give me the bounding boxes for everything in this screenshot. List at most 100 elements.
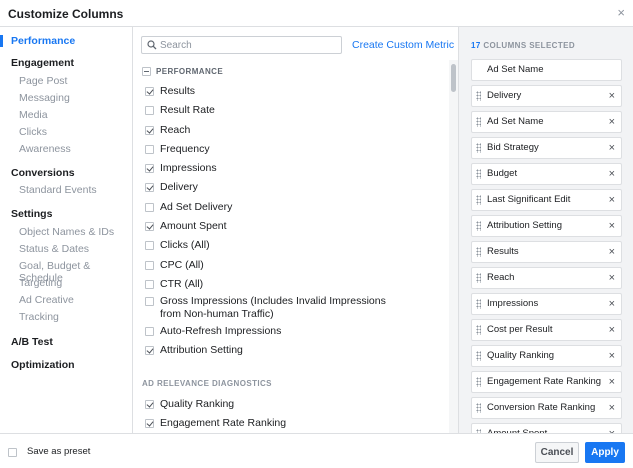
metric-checkbox[interactable] <box>145 145 154 154</box>
sidebar-item-media[interactable]: Media <box>0 109 132 121</box>
remove-column-icon[interactable]: × <box>609 268 615 288</box>
cancel-button[interactable]: Cancel <box>535 442 579 463</box>
sidebar-item-conversions[interactable]: Conversions <box>0 167 132 179</box>
selected-column[interactable]: Bid Strategy × <box>471 137 622 159</box>
selected-column[interactable]: Amount Spent × <box>471 423 622 433</box>
drag-handle-icon[interactable] <box>476 247 481 257</box>
scrollbar[interactable] <box>449 60 458 433</box>
sidebar-item-performance[interactable]: Performance <box>0 35 132 47</box>
metric-checkbox[interactable] <box>145 126 154 135</box>
drag-handle-icon[interactable] <box>476 377 481 387</box>
metric-checkbox[interactable] <box>145 261 154 270</box>
selected-column[interactable]: Quality Ranking × <box>471 345 622 367</box>
drag-handle-icon[interactable] <box>476 117 481 127</box>
metric-option[interactable]: Amount Spent <box>145 220 227 233</box>
metric-option[interactable]: Auto-Refresh Impressions <box>145 325 281 338</box>
diagnostic-checkbox[interactable] <box>145 419 154 428</box>
selected-column[interactable]: Conversion Rate Ranking × <box>471 397 622 419</box>
metric-checkbox[interactable] <box>145 87 154 96</box>
remove-column-icon[interactable]: × <box>609 242 615 262</box>
metric-checkbox[interactable] <box>145 241 154 250</box>
metric-checkbox[interactable] <box>145 297 154 306</box>
search-input[interactable] <box>160 38 335 52</box>
selected-column[interactable]: Engagement Rate Ranking × <box>471 371 622 393</box>
remove-column-icon[interactable]: × <box>609 190 615 210</box>
drag-handle-icon[interactable] <box>476 273 481 283</box>
create-custom-metric-link[interactable]: Create Custom Metric <box>352 39 454 51</box>
drag-handle-icon[interactable] <box>476 91 481 101</box>
remove-column-icon[interactable]: × <box>609 372 615 392</box>
remove-column-icon[interactable]: × <box>609 164 615 184</box>
metric-checkbox[interactable] <box>145 327 154 336</box>
metric-checkbox[interactable] <box>145 346 154 355</box>
remove-column-icon[interactable]: × <box>609 216 615 236</box>
remove-column-icon[interactable]: × <box>609 112 615 132</box>
sidebar-item-clicks[interactable]: Clicks <box>0 126 132 138</box>
sidebar-item-tracking[interactable]: Tracking <box>0 311 132 323</box>
diagnostic-checkbox[interactable] <box>145 400 154 409</box>
close-icon[interactable]: × <box>617 5 625 20</box>
metric-option[interactable]: Ad Set Delivery <box>145 201 232 214</box>
sidebar-item-a-b-test[interactable]: A/B Test <box>0 336 132 348</box>
drag-handle-icon[interactable] <box>476 169 481 179</box>
drag-handle-icon[interactable] <box>476 403 481 413</box>
metric-option[interactable]: CPC (All) <box>145 259 204 272</box>
selected-column[interactable]: Cost per Result × <box>471 319 622 341</box>
remove-column-icon[interactable]: × <box>609 424 615 433</box>
selected-column[interactable]: Ad Set Name × <box>471 111 622 133</box>
performance-section-heading[interactable]: PERFORMANCE <box>142 65 223 77</box>
drag-handle-icon[interactable] <box>476 195 481 205</box>
metric-checkbox[interactable] <box>145 164 154 173</box>
remove-column-icon[interactable]: × <box>609 86 615 106</box>
collapse-icon[interactable] <box>142 66 151 76</box>
selected-column[interactable]: Reach × <box>471 267 622 289</box>
metric-option[interactable]: Frequency <box>145 143 210 156</box>
drag-handle-icon[interactable] <box>476 299 481 309</box>
sidebar-item-page-post[interactable]: Page Post <box>0 75 132 87</box>
save-preset-checkbox[interactable] <box>8 448 17 457</box>
sidebar-item-object-names-ids[interactable]: Object Names & IDs <box>0 226 132 238</box>
remove-column-icon[interactable]: × <box>609 398 615 418</box>
metric-option[interactable]: Reach <box>145 124 190 137</box>
selected-column[interactable]: Impressions × <box>471 293 622 315</box>
metric-option[interactable]: Impressions <box>145 162 217 175</box>
drag-handle-icon[interactable] <box>476 325 481 335</box>
metric-option[interactable]: Delivery <box>145 181 198 194</box>
metric-option[interactable]: Result Rate <box>145 104 215 117</box>
selected-column[interactable]: Attribution Setting × <box>471 215 622 237</box>
selected-column[interactable]: Ad Set Name <box>471 59 622 81</box>
sidebar-item-ad-creative[interactable]: Ad Creative <box>0 294 132 306</box>
diagnostic-option[interactable]: Quality Ranking <box>145 398 234 411</box>
metric-option[interactable]: Gross Impressions (Includes Invalid Impr… <box>145 295 386 321</box>
metric-checkbox[interactable] <box>145 106 154 115</box>
sidebar-item-targeting[interactable]: Targeting <box>0 277 132 289</box>
drag-handle-icon[interactable] <box>476 143 481 153</box>
metric-checkbox[interactable] <box>145 280 154 289</box>
sidebar-item-awareness[interactable]: Awareness <box>0 143 132 155</box>
drag-handle-icon[interactable] <box>476 351 481 361</box>
metric-option[interactable]: Attribution Setting <box>145 344 243 357</box>
drag-handle-icon[interactable] <box>476 221 481 231</box>
sidebar-item-status-dates[interactable]: Status & Dates <box>0 243 132 255</box>
selected-column[interactable]: Budget × <box>471 163 622 185</box>
search-field[interactable] <box>141 36 342 54</box>
remove-column-icon[interactable]: × <box>609 294 615 314</box>
sidebar-item-messaging[interactable]: Messaging <box>0 92 132 104</box>
selected-column[interactable]: Delivery × <box>471 85 622 107</box>
diagnostic-option[interactable]: Engagement Rate Ranking <box>145 417 286 430</box>
sidebar-item-standard-events[interactable]: Standard Events <box>0 184 132 196</box>
sidebar-item-settings[interactable]: Settings <box>0 208 132 220</box>
metric-option[interactable]: CTR (All) <box>145 278 203 291</box>
metric-checkbox[interactable] <box>145 203 154 212</box>
metric-checkbox[interactable] <box>145 222 154 231</box>
remove-column-icon[interactable]: × <box>609 138 615 158</box>
selected-column[interactable]: Last Significant Edit × <box>471 189 622 211</box>
remove-column-icon[interactable]: × <box>609 320 615 340</box>
remove-column-icon[interactable]: × <box>609 346 615 366</box>
metric-checkbox[interactable] <box>145 183 154 192</box>
metric-option[interactable]: Results <box>145 85 195 98</box>
metric-option[interactable]: Clicks (All) <box>145 239 210 252</box>
scrollbar-thumb[interactable] <box>451 64 456 92</box>
selected-column[interactable]: Results × <box>471 241 622 263</box>
apply-button[interactable]: Apply <box>585 442 625 463</box>
